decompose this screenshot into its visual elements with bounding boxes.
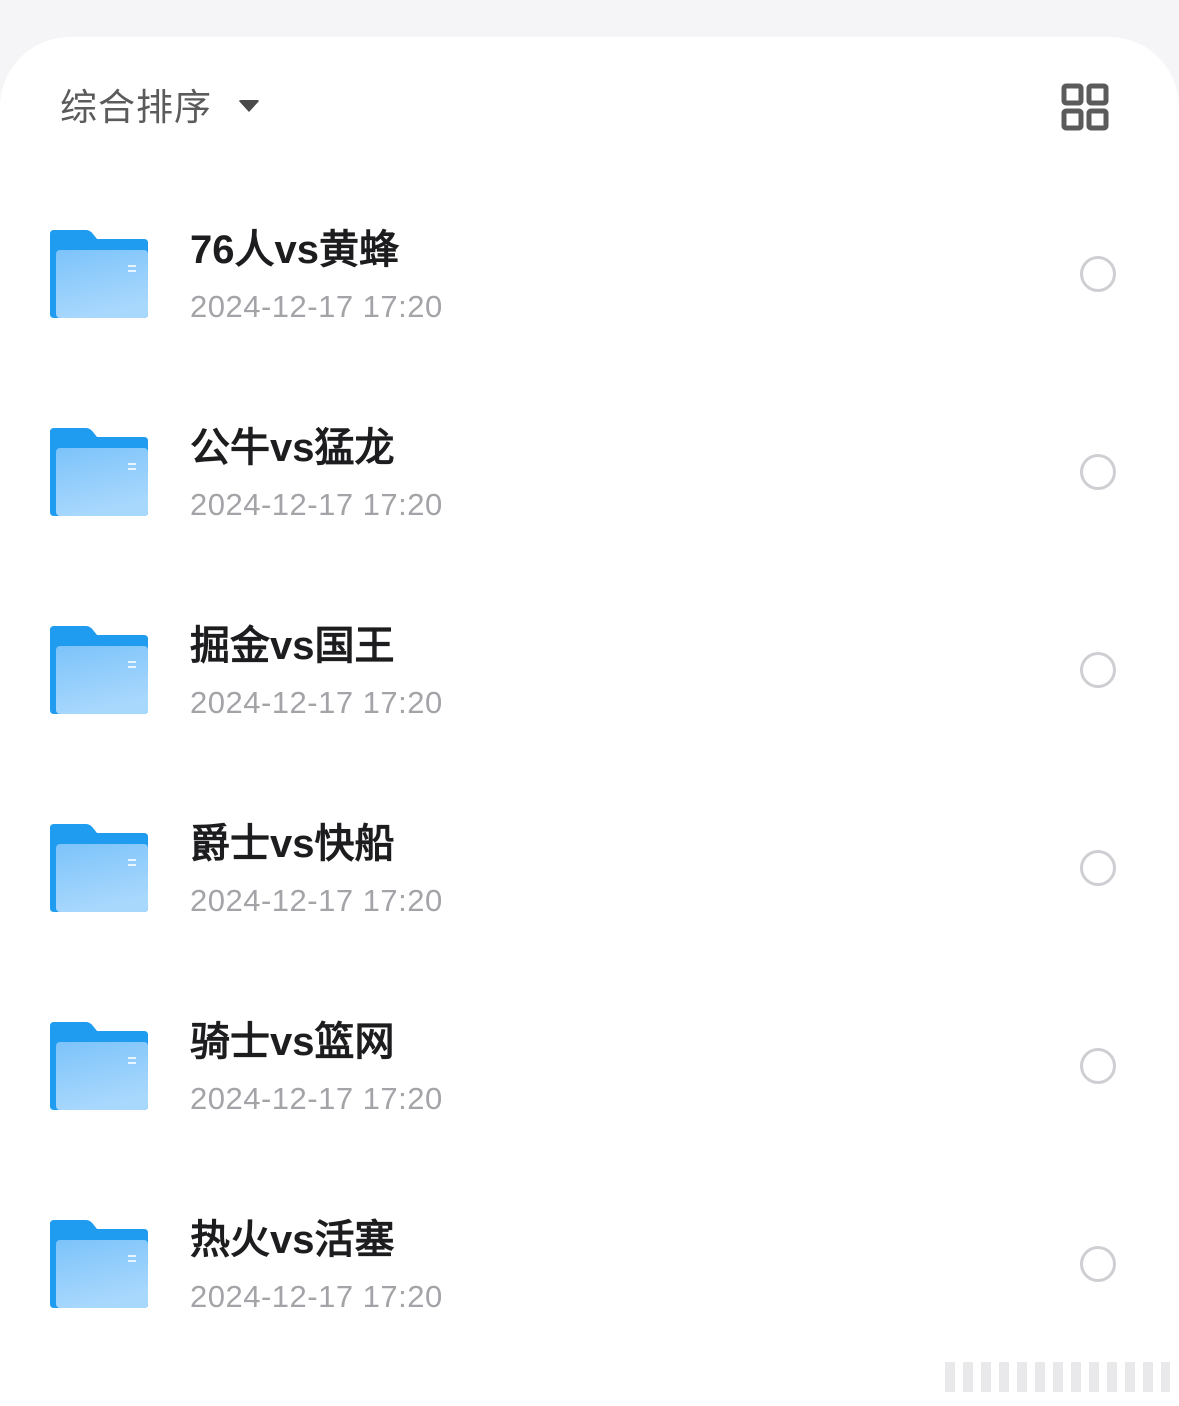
select-radio[interactable] [1080,1048,1116,1084]
select-radio[interactable] [1080,454,1116,490]
folder-icon [48,228,150,320]
folder-icon [48,1020,150,1112]
file-row[interactable]: 掘金vs国王 2024-12-17 17:20 [0,573,1179,771]
grid-view-toggle-button[interactable] [1060,82,1112,134]
select-radio[interactable] [1080,652,1116,688]
file-date: 2024-12-17 17:20 [190,289,443,324]
watermark [945,1362,1170,1392]
sort-label: 综合排序 [60,87,212,128]
file-name: 骑士vs篮网 [190,1020,395,1064]
file-row[interactable]: 热火vs活塞 2024-12-17 17:20 [0,1167,1179,1365]
file-row[interactable]: 76人vs黄蜂 2024-12-17 17:20 [0,177,1179,375]
file-date: 2024-12-17 17:20 [190,1081,443,1116]
file-name: 热火vs活塞 [190,1218,395,1262]
select-radio[interactable] [1080,850,1116,886]
file-date: 2024-12-17 17:20 [190,487,443,522]
file-row[interactable]: 骑士vs篮网 2024-12-17 17:20 [0,969,1179,1167]
file-name: 公牛vs猛龙 [190,426,395,470]
file-list-sheet: 综合排序 76人vs黄蜂 2024-12-17 17:20 公牛vs猛龙 202… [0,37,1179,1406]
file-name: 76人vs黄蜂 [190,228,399,272]
sort-dropdown-button[interactable]: 综合排序 [60,79,260,129]
folder-icon [48,426,150,518]
select-radio[interactable] [1080,256,1116,292]
folder-icon [48,624,150,716]
grid-view-icon [1061,83,1109,131]
folder-icon [48,822,150,914]
file-date: 2024-12-17 17:20 [190,883,443,918]
file-row[interactable]: 爵士vs快船 2024-12-17 17:20 [0,771,1179,969]
file-date: 2024-12-17 17:20 [190,685,443,720]
file-name: 爵士vs快船 [190,822,395,866]
file-row[interactable]: 公牛vs猛龙 2024-12-17 17:20 [0,375,1179,573]
file-name: 掘金vs国王 [190,624,395,668]
folder-icon [48,1218,150,1310]
select-radio[interactable] [1080,1246,1116,1282]
caret-down-icon [238,100,260,112]
toolbar: 综合排序 [0,37,1179,177]
file-list: 76人vs黄蜂 2024-12-17 17:20 公牛vs猛龙 2024-12-… [0,177,1179,1365]
file-date: 2024-12-17 17:20 [190,1279,443,1314]
